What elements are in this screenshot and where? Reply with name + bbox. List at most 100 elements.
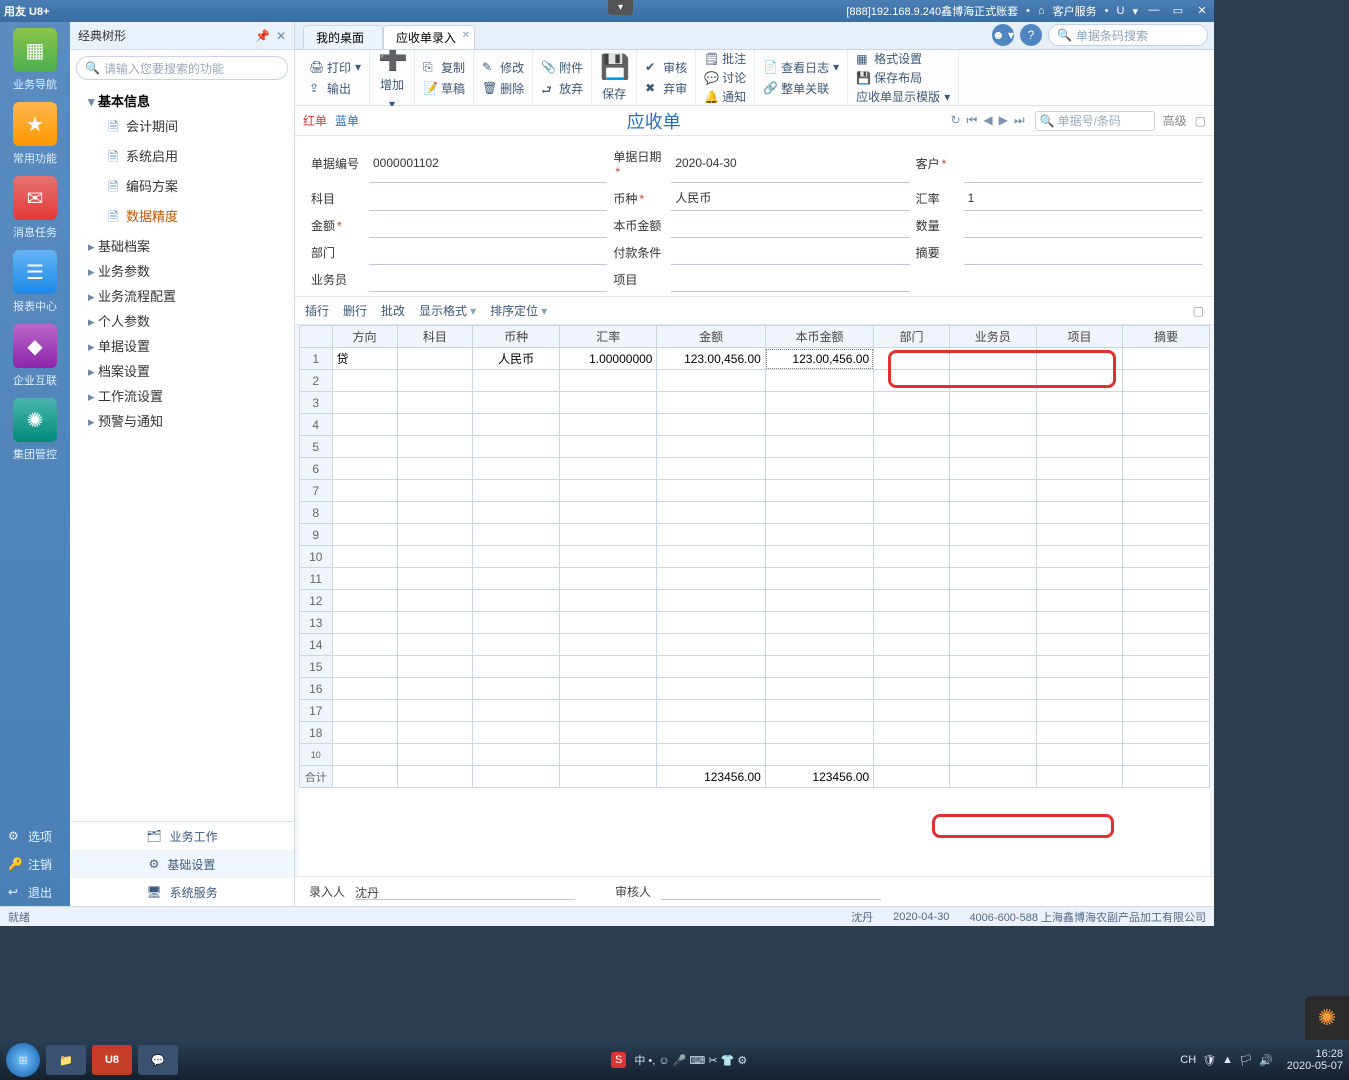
tree-tab-system[interactable]: 🖥系统服务: [70, 878, 294, 906]
tray-icon[interactable]: 🛡: [1202, 1054, 1216, 1067]
table-row[interactable]: 12: [300, 590, 1210, 612]
col-header[interactable]: 币种: [473, 326, 560, 348]
red-bill-tab[interactable]: 红单: [303, 112, 327, 129]
table-row-partial[interactable]: 10: [300, 744, 1210, 766]
col-header[interactable]: 项目: [1036, 326, 1123, 348]
quick-search[interactable]: 🔍单据号/条码: [1035, 111, 1155, 131]
top-search[interactable]: 🔍单据条码搜索: [1048, 24, 1208, 46]
close-icon[interactable]: ✕: [276, 29, 286, 43]
help-button[interactable]: ?: [1020, 24, 1042, 46]
table-row[interactable]: 11: [300, 568, 1210, 590]
input-qty[interactable]: [964, 213, 1202, 238]
blue-bill-tab[interactable]: 蓝单: [335, 112, 359, 129]
delete-row-button[interactable]: 删行: [343, 302, 367, 319]
cell-amount[interactable]: 123.00,456.00: [657, 348, 765, 370]
next-icon[interactable]: ▶: [997, 113, 1010, 128]
add-button[interactable]: ➕增加 ▾: [378, 44, 406, 111]
nav-icon-common[interactable]: ★: [13, 102, 57, 146]
close-button[interactable]: ✕: [1194, 4, 1210, 18]
start-button[interactable]: ⊞: [6, 1043, 40, 1077]
tree-node[interactable]: 🗎系统启用: [74, 143, 290, 173]
nav-icon-message[interactable]: ✉: [13, 176, 57, 220]
input-memo[interactable]: [964, 240, 1202, 265]
tree-node[interactable]: ▸预警与通知: [74, 408, 290, 433]
insert-row-button[interactable]: 插行: [305, 302, 329, 319]
detail-grid[interactable]: 方向 科目 币种 汇率 金额 本币金额 部门 业务员 项目 摘要 1 贷: [299, 325, 1210, 788]
logout-button[interactable]: 🔑注销: [0, 850, 70, 878]
discuss-button[interactable]: 💬讨论: [704, 69, 746, 86]
tray-icon[interactable]: 🔊: [1259, 1054, 1273, 1067]
col-header[interactable]: 本币金额: [765, 326, 873, 348]
display-format-dropdown[interactable]: 显示格式: [419, 302, 476, 319]
draft-button[interactable]: 📝草稿: [423, 80, 465, 97]
cell-direction[interactable]: 贷: [332, 348, 397, 370]
col-header[interactable]: 业务员: [949, 326, 1036, 348]
cell-account[interactable]: [397, 348, 473, 370]
table-row[interactable]: 4: [300, 414, 1210, 436]
input-localamount[interactable]: [671, 213, 909, 238]
table-row[interactable]: 5: [300, 436, 1210, 458]
tree-tab-business[interactable]: 🗂业务工作: [70, 822, 294, 850]
table-row[interactable]: 14: [300, 634, 1210, 656]
prev-icon[interactable]: ◀: [981, 113, 994, 128]
cell-local-amount[interactable]: 123.00,456.00: [765, 348, 873, 370]
table-row[interactable]: 8: [300, 502, 1210, 524]
table-row[interactable]: 15: [300, 656, 1210, 678]
format-button[interactable]: ▦格式设置: [856, 50, 922, 67]
input-account[interactable]: [369, 185, 607, 211]
grid-expand-icon[interactable]: ▢: [1193, 304, 1204, 318]
attach-button[interactable]: 📎附件: [541, 59, 583, 76]
last-icon[interactable]: ⏭: [1012, 113, 1027, 128]
note-button[interactable]: 🗒批注: [704, 50, 746, 67]
tree-node[interactable]: ▸单据设置: [74, 333, 290, 358]
savelayout-button[interactable]: 💾保存布局: [856, 69, 922, 86]
tree-search[interactable]: 🔍 请输入您要搜索的功能: [76, 56, 288, 80]
tree-node[interactable]: 🗎编码方案: [74, 173, 290, 203]
table-row[interactable]: 10: [300, 546, 1210, 568]
u8-icon[interactable]: U8: [92, 1045, 132, 1075]
nav-icon-report[interactable]: ☰: [13, 250, 57, 294]
tree-node[interactable]: ▸业务参数: [74, 258, 290, 283]
close-tab-icon[interactable]: ✕: [462, 30, 470, 41]
tray-icon[interactable]: ▲: [1222, 1054, 1233, 1066]
export-button[interactable]: ⇪输出: [309, 80, 351, 97]
input-amount[interactable]: [369, 213, 607, 238]
table-row[interactable]: 17: [300, 700, 1210, 722]
tray-icon[interactable]: 🏳: [1239, 1054, 1253, 1067]
input-billno[interactable]: 0000001102: [369, 144, 607, 183]
delete-button[interactable]: 🗑删除: [482, 80, 524, 97]
tree-node[interactable]: 🗎会计期间: [74, 113, 290, 143]
audit-button[interactable]: ✔审核: [645, 59, 687, 76]
tree-node[interactable]: ▸工作流设置: [74, 383, 290, 408]
input-date[interactable]: 2020-04-30: [671, 144, 909, 183]
table-row[interactable]: 18: [300, 722, 1210, 744]
table-row[interactable]: 6: [300, 458, 1210, 480]
col-header[interactable]: 科目: [397, 326, 473, 348]
tree-tab-basic[interactable]: ⚙基础设置: [70, 850, 294, 878]
exit-button[interactable]: ↩退出: [0, 878, 70, 906]
sort-locate-dropdown[interactable]: 排序定位: [490, 302, 547, 319]
copy-button[interactable]: ⎘复制: [423, 59, 465, 76]
advanced-link[interactable]: 高级: [1163, 112, 1187, 129]
input-dept[interactable]: [369, 240, 607, 265]
minimize-button[interactable]: —: [1146, 4, 1162, 18]
nav-icon-group[interactable]: ✺: [13, 398, 57, 442]
nav-icon-enterprise[interactable]: ◆: [13, 324, 57, 368]
col-header[interactable]: 方向: [332, 326, 397, 348]
table-row[interactable]: 13: [300, 612, 1210, 634]
col-header[interactable]: 金额: [657, 326, 765, 348]
table-row[interactable]: 7: [300, 480, 1210, 502]
cell-currency[interactable]: 人民币: [473, 348, 560, 370]
input-currency[interactable]: 人民币: [671, 185, 909, 211]
customer-service-link[interactable]: 客户服务: [1053, 3, 1097, 19]
pin-icon[interactable]: 📌: [255, 29, 270, 43]
options-button[interactable]: ⚙选项: [0, 822, 70, 850]
input-customer[interactable]: [964, 144, 1202, 183]
expand-icon[interactable]: ▢: [1195, 114, 1206, 128]
ime-bar[interactable]: 中 •, ☺ 🎤 ⌨ ✂ 👕 ⚙: [634, 1052, 747, 1068]
input-sales[interactable]: [369, 267, 607, 292]
refresh-icon[interactable]: ↻: [948, 113, 962, 128]
tree-node[interactable]: ▸个人参数: [74, 308, 290, 333]
side-widget[interactable]: ✺: [1305, 996, 1349, 1040]
template-dropdown[interactable]: 应收单显示模版 ▾: [856, 88, 950, 105]
